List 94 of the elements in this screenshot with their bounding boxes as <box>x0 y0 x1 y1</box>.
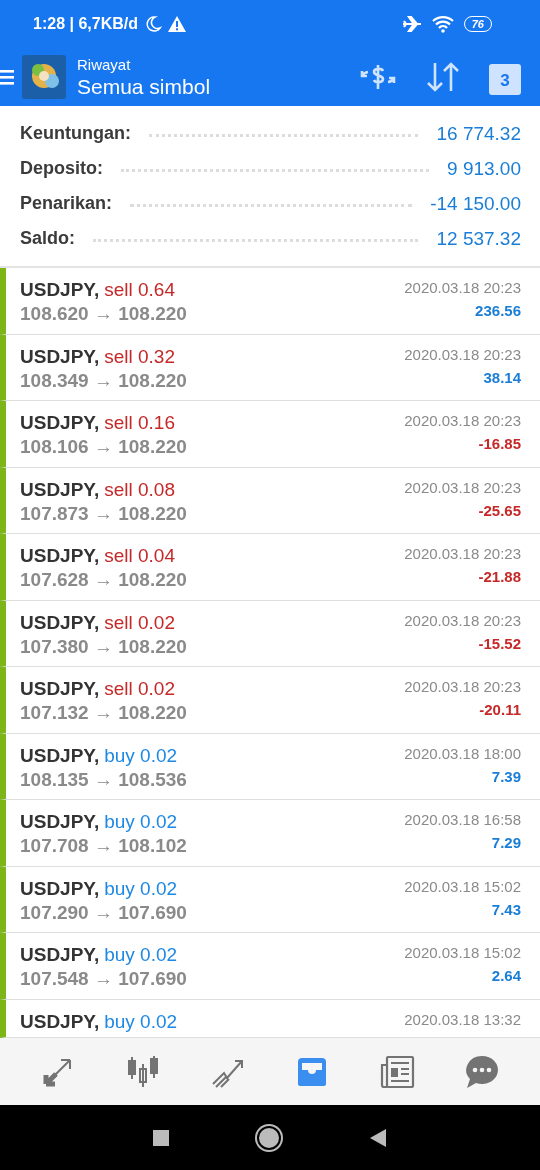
candlestick-icon[interactable] <box>125 1053 161 1090</box>
menu-icon[interactable] <box>0 67 14 87</box>
profit-value: -15.52 <box>478 634 521 652</box>
price-range: 107.628 → 108.220 <box>20 569 187 591</box>
wifi-icon <box>431 15 454 33</box>
symbol-label: USDJPY, <box>20 611 100 634</box>
newspaper-icon[interactable] <box>378 1053 415 1090</box>
trade-time: 2020.03.18 20:23 <box>404 345 521 363</box>
profit-value: -20.11 <box>479 701 521 718</box>
profit-value: -21.88 <box>478 568 521 585</box>
summary-value: -14 150.00 <box>430 192 521 215</box>
summary-value: 12 537.32 <box>436 227 521 250</box>
summary-label: Keuntungan: <box>20 123 131 144</box>
currency-exchange-icon[interactable] <box>359 62 397 92</box>
price-range: 107.380 → 108.220 <box>20 635 187 658</box>
summary-label: Penarikan: <box>20 193 113 214</box>
trade-row[interactable]: USDJPY, sell 0.64 108.620 → 108.220 2020.03.18 20:23 236.56 <box>0 268 540 335</box>
chat-bubble-icon[interactable] <box>463 1053 500 1090</box>
profit-value: 7.39 <box>491 767 521 785</box>
trade-row[interactable]: USDJPY, buy 0.02 107.290 → 107.690 2020.03.18 15:02 7.43 <box>0 866 540 933</box>
summary-label: Saldo: <box>20 228 75 249</box>
profit-value: 7.43 <box>491 900 521 918</box>
screen-title: Semua simbol <box>77 73 211 100</box>
symbol-label: USDJPY, <box>20 412 100 434</box>
symbol-label: USDJPY, <box>20 478 100 501</box>
trade-time: 2020.03.18 20:23 <box>404 279 521 296</box>
deal-label: buy 0.02 <box>104 744 178 767</box>
price-range: 107.132 → 108.220 <box>20 702 187 724</box>
price-range: 107.873 → 108.220 <box>20 502 187 525</box>
trade-row[interactable]: USDJPY, sell 0.16 108.106 → 108.220 2020.03.18 20:23 -16.85 <box>0 401 540 468</box>
trade-row[interactable]: USDJPY, sell 0.32 108.349 → 108.220 2020.03.18 20:23 38.14 <box>0 334 540 401</box>
symbol-label: USDJPY, <box>20 678 100 700</box>
profit-value: -16.85 <box>478 435 521 452</box>
trade-row[interactable]: USDJPY, sell 0.04 107.628 → 108.220 2020.03.18 20:23 -21.88 <box>0 534 540 601</box>
price-range: 108.106 → 108.220 <box>20 436 187 458</box>
deal-label: sell 0.32 <box>104 345 175 368</box>
summary-label: Deposito: <box>20 158 103 179</box>
symbol-label: USDJPY, <box>20 944 100 966</box>
trade-time: 2020.03.18 16:58 <box>404 811 521 828</box>
deal-label: sell 0.16 <box>104 412 175 434</box>
trade-row[interactable]: USDJPY, sell 0.08 107.873 → 108.220 2020.03.18 20:23 -25.65 <box>0 467 540 534</box>
symbol-label: USDJPY, <box>20 744 100 767</box>
screen-subtitle: Riwayat <box>77 54 132 74</box>
deal-label: buy 0.02 <box>104 877 178 900</box>
symbol-label: USDJPY, <box>20 345 100 368</box>
profit-value: 38.14 <box>483 368 521 386</box>
trade-time: 2020.03.18 20:23 <box>404 478 521 496</box>
price-range: 107.548 → 107.690 <box>20 968 187 990</box>
trade-row[interactable]: USDJPY, buy 0.02 107.708 → 108.102 2020.03.18 16:58 7.29 <box>0 800 540 867</box>
symbol-label: USDJPY, <box>20 811 100 833</box>
summary-value: 9 913.00 <box>447 157 521 180</box>
back-button[interactable] <box>369 1127 387 1148</box>
deal-label: buy 0.02 <box>104 811 178 833</box>
price-range: 108.349 → 108.220 <box>20 369 187 392</box>
price-range: 107.290 → 107.690 <box>20 901 187 924</box>
sort-icon[interactable] <box>425 61 461 93</box>
deal-label: sell 0.08 <box>104 478 175 501</box>
trade-time: 2020.03.18 13:32 <box>404 1010 521 1028</box>
symbol-label: USDJPY, <box>20 877 100 900</box>
deal-label: buy 0.02 <box>104 1010 178 1033</box>
profit-value: -25.65 <box>478 501 521 519</box>
airplane-icon <box>401 16 422 32</box>
price-range: 108.620 → 108.220 <box>20 303 187 325</box>
symbol-label: USDJPY, <box>20 1010 100 1033</box>
profit-value: 7.29 <box>491 834 521 851</box>
price-range: 108.135 → 108.536 <box>20 768 187 791</box>
app-logo-icon <box>22 55 66 99</box>
trade-time: 2020.03.18 20:23 <box>404 545 521 562</box>
symbol-label: USDJPY, <box>20 279 100 301</box>
profit-value: 236.56 <box>475 302 521 319</box>
trade-row[interactable]: USDJPY, buy 0.02 107.548 → 107.690 2020.03.18 15:02 2.64 <box>0 933 540 1000</box>
deal-label: sell 0.02 <box>104 678 175 700</box>
recents-button[interactable] <box>153 1129 169 1146</box>
price-range: 107.708 → 108.102 <box>20 835 187 857</box>
trade-time: 2020.03.18 20:23 <box>404 412 521 429</box>
status-time: 1:28 | 6,7KB/d <box>33 15 138 33</box>
trade-time: 2020.03.18 15:02 <box>404 877 521 895</box>
trade-row[interactable]: USDJPY, sell 0.02 107.380 → 108.220 2020.03.18 20:23 -15.52 <box>0 600 540 667</box>
trade-time: 2020.03.18 20:23 <box>404 678 521 695</box>
trade-row[interactable]: USDJPY, buy 0.02 108.135 → 108.536 2020.03.18 18:00 7.39 <box>0 733 540 800</box>
symbol-label: USDJPY, <box>20 545 100 567</box>
deal-label: sell 0.04 <box>104 545 175 567</box>
trade-time: 2020.03.18 18:00 <box>404 744 521 762</box>
trade-time: 2020.03.18 20:23 <box>404 611 521 629</box>
deal-label: sell 0.02 <box>104 611 175 634</box>
summary-value: 16 774.32 <box>436 122 521 145</box>
warning-icon <box>167 16 186 32</box>
deal-label: sell 0.64 <box>104 279 175 301</box>
deal-label: buy 0.02 <box>104 944 178 966</box>
trade-time: 2020.03.18 15:02 <box>404 944 521 961</box>
profit-value: 2.64 <box>491 967 521 984</box>
trade-row[interactable]: USDJPY, sell 0.02 107.132 → 108.220 2020.03.18 20:23 -20.11 <box>0 667 540 734</box>
home-button[interactable] <box>257 1125 281 1150</box>
moon-icon <box>143 15 162 33</box>
